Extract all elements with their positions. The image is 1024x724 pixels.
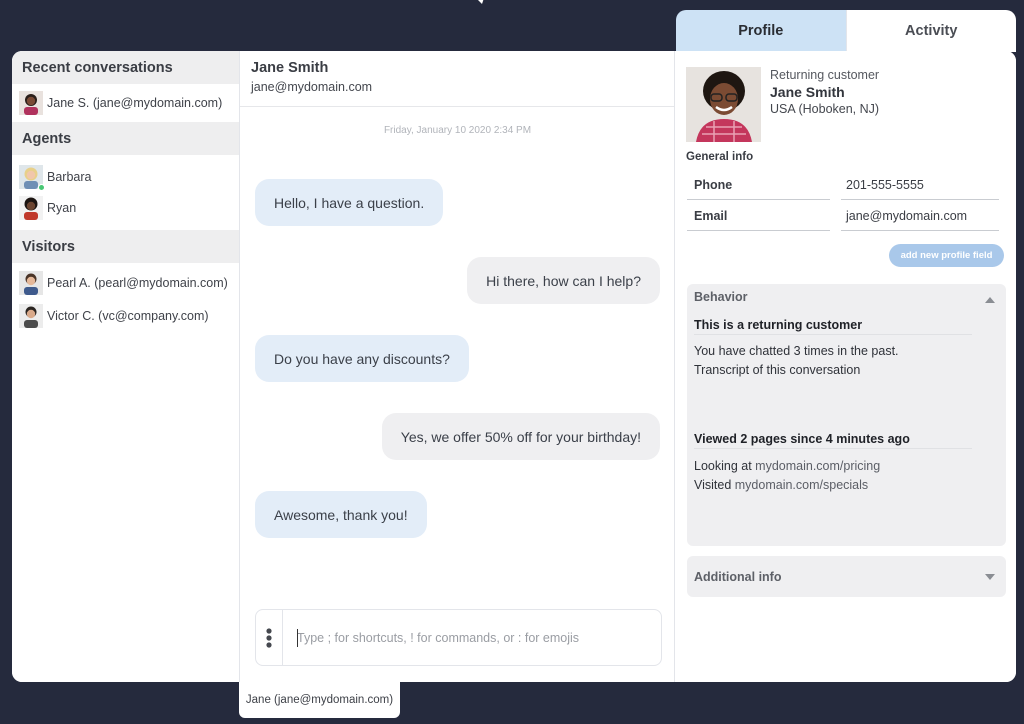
additional-info-section[interactable]: Additional info bbox=[687, 556, 1006, 597]
visitor-item-pearl[interactable]: Pearl A. (pearl@mydomain.com) bbox=[12, 267, 239, 298]
visitors-heading: Visitors bbox=[12, 230, 239, 263]
looking-at-text: Looking at mydomain.com/pricing bbox=[694, 459, 880, 473]
behavior-section: Behavior This is a returning customer Yo… bbox=[687, 284, 1006, 546]
visited-text: Visited mydomain.com/specials bbox=[694, 478, 868, 492]
tab-profile[interactable]: Profile bbox=[676, 10, 846, 52]
profile-tabs: Profile Activity bbox=[676, 10, 1016, 52]
visited-link[interactable]: mydomain.com/specials bbox=[735, 478, 868, 492]
conversation-sidebar: Recent conversations Jane S. (jane@mydom… bbox=[12, 51, 240, 682]
divider bbox=[694, 448, 972, 449]
chat-contact-name: Jane Smith bbox=[251, 60, 329, 76]
transcript-link[interactable]: Transcript of this conversation bbox=[694, 363, 860, 377]
behavior-title[interactable]: Behavior bbox=[694, 290, 748, 304]
online-status-icon bbox=[38, 183, 45, 191]
message-bubble-incoming: Do you have any discounts? bbox=[255, 335, 469, 382]
email-value[interactable]: jane@mydomain.com bbox=[841, 202, 999, 231]
avatar bbox=[19, 91, 43, 115]
customer-tag: Returning customer bbox=[770, 68, 880, 82]
message-bubble-incoming: Hello, I have a question. bbox=[255, 179, 444, 226]
more-options-icon[interactable] bbox=[256, 610, 283, 665]
avatar bbox=[19, 195, 43, 220]
visitor-label: Victor C. (vc@company.com) bbox=[47, 308, 209, 323]
visitor-item-victor[interactable]: Victor C. (vc@company.com) bbox=[12, 300, 239, 331]
general-info-heading: General info bbox=[686, 151, 754, 163]
message-bubble-incoming: Awesome, thank you! bbox=[255, 491, 427, 538]
looking-at-link[interactable]: mydomain.com/pricing bbox=[755, 459, 880, 473]
additional-info-title: Additional info bbox=[694, 570, 782, 584]
tab-activity[interactable]: Activity bbox=[845, 10, 1016, 52]
visitor-label: Pearl A. (pearl@mydomain.com) bbox=[47, 275, 228, 290]
profile-summary: Returning customer Jane Smith USA (Hobok… bbox=[770, 68, 879, 116]
collapse-icon[interactable] bbox=[985, 297, 995, 303]
avatar bbox=[19, 270, 43, 295]
add-profile-field-button[interactable]: add new profile field bbox=[889, 244, 1004, 267]
conversation-tab-label[interactable]: Jane (jane@mydomain.com) bbox=[239, 682, 400, 718]
visited-prefix: Visited bbox=[694, 478, 735, 492]
email-label: Email bbox=[687, 202, 830, 231]
recent-conversation-label: Jane S. (jane@mydomain.com) bbox=[47, 96, 223, 110]
behavior-heading-returning: This is a returning customer bbox=[694, 318, 863, 332]
profile-photo bbox=[686, 67, 761, 142]
agent-item-barbara[interactable]: Barbara bbox=[12, 161, 239, 192]
avatar bbox=[19, 303, 43, 328]
text-caret bbox=[297, 629, 298, 647]
agent-label: Barbara bbox=[47, 169, 92, 184]
behavior-heading-pages: Viewed 2 pages since 4 minutes ago bbox=[694, 432, 910, 446]
message-timestamp: Friday, January 10 2020 2:34 PM bbox=[383, 125, 532, 136]
message-bubble-outgoing: Hi there, how can I help? bbox=[467, 257, 660, 304]
chat-history-text: You have chatted 3 times in the past. bbox=[694, 344, 899, 358]
chat-header: Jane Smith jane@mydomain.com bbox=[240, 51, 674, 107]
top-notch-icon bbox=[478, 0, 484, 4]
avatar bbox=[19, 164, 45, 191]
looking-at-prefix: Looking at bbox=[694, 459, 756, 473]
profile-name: Jane Smith bbox=[770, 84, 845, 100]
recent-conversation-item[interactable]: Jane S. (jane@mydomain.com) bbox=[12, 84, 239, 122]
app-window: Recent conversations Jane S. (jane@mydom… bbox=[12, 51, 1016, 682]
phone-value[interactable]: 201-555-5555 bbox=[841, 171, 999, 200]
profile-location: USA (Hoboken, NJ) bbox=[770, 102, 880, 116]
agent-label: Ryan bbox=[47, 200, 77, 215]
chat-panel: Jane Smith jane@mydomain.com Friday, Jan… bbox=[240, 51, 675, 682]
agent-item-ryan[interactable]: Ryan bbox=[12, 192, 239, 223]
expand-icon[interactable] bbox=[985, 574, 995, 580]
recent-conversations-heading: Recent conversations bbox=[12, 51, 239, 84]
agents-heading: Agents bbox=[12, 122, 239, 155]
message-composer bbox=[255, 609, 662, 666]
phone-label: Phone bbox=[687, 171, 830, 200]
profile-panel: Returning customer Jane Smith USA (Hobok… bbox=[675, 51, 1016, 682]
message-input[interactable] bbox=[283, 630, 653, 645]
divider bbox=[694, 334, 972, 335]
message-bubble-outgoing: Yes, we offer 50% off for your birthday! bbox=[381, 413, 660, 460]
chat-contact-email: jane@mydomain.com bbox=[251, 80, 373, 94]
